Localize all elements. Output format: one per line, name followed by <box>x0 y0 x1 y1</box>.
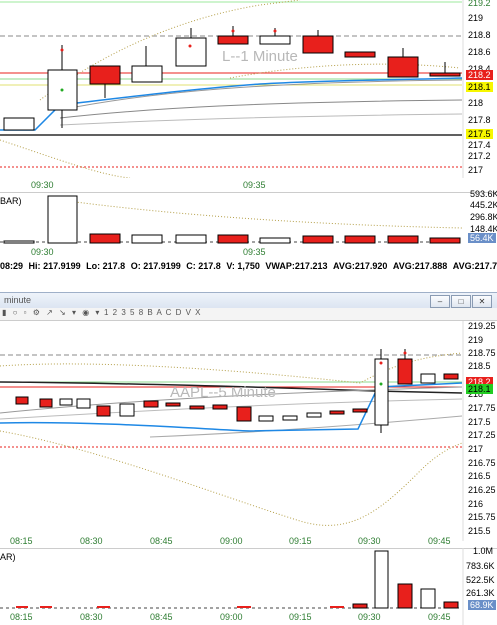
time-label: 09:00 <box>220 536 243 546</box>
time-label: 09:30 <box>358 612 381 622</box>
time-label: 09:45 <box>428 536 451 546</box>
status-vol-label: V: <box>226 261 235 271</box>
status-avg-label: AVG: <box>332 261 355 271</box>
price-label: 216.75 <box>468 458 496 468</box>
price-label: 219.2 <box>468 0 491 8</box>
price-label: 219.25 <box>468 321 496 331</box>
time-label: 08:15 <box>10 536 33 546</box>
price-label: 215.75 <box>468 512 496 522</box>
price-label: 217 <box>468 165 484 175</box>
restore-button[interactable]: □ <box>451 295 471 308</box>
volume-label: 593.6K <box>470 189 497 199</box>
price-label: 218.75 <box>468 348 496 358</box>
chart-toolbar[interactable]: ▮ ○ ▫ ⚙ ↗ ↘ ▾ ◉ ▾ 1 2 3 5 8 B A C D V X <box>0 308 497 321</box>
volume-label: 445.2K <box>470 200 497 210</box>
price-label: 219 <box>468 13 484 23</box>
time-label: 09:35 <box>243 247 266 257</box>
price-label: 215.5 <box>468 526 491 536</box>
time-label: 09:30 <box>31 247 54 257</box>
status-close: 217.8 <box>198 261 221 271</box>
volume-title: AR) <box>0 552 16 562</box>
candle-group <box>3 26 461 131</box>
status-lo: 217.8 <box>102 261 126 271</box>
quote-status-bar: 08:29 Hi: 217.9199 Lo: 217.8 O: 217.9199… <box>0 259 497 273</box>
volume-highlight: 56.4K <box>468 233 496 243</box>
bottom-volume-plot <box>0 548 497 625</box>
price-label: 217.5 <box>468 417 491 427</box>
price-highlight-green: 218.1 <box>466 384 493 394</box>
price-label: 216.25 <box>468 485 496 495</box>
price-label: 217.25 <box>468 430 496 440</box>
close-button[interactable]: ✕ <box>472 295 492 308</box>
minimize-button[interactable]: – <box>430 295 450 308</box>
time-label: 09:15 <box>289 536 312 546</box>
time-label: 09:30 <box>31 180 54 190</box>
volume-label: 261.3K <box>466 588 495 598</box>
chart-watermark: AAPL--5 Minute <box>170 384 276 401</box>
price-label: 218 <box>468 98 484 108</box>
toolbar-icons[interactable]: ▮ ○ ▫ ⚙ ↗ ↘ ▾ ◉ ▾ <box>2 308 101 317</box>
volume-label: 296.8K <box>470 212 497 222</box>
time-label: 09:15 <box>289 612 312 622</box>
status-vwap: 217.213 <box>294 261 328 271</box>
status-vol: 1,750 <box>237 261 260 271</box>
status-open: 217.9199 <box>143 261 181 271</box>
time-label: 08:15 <box>10 612 33 622</box>
toolbar-items[interactable]: 1 2 3 5 8 B A C D V X <box>104 308 202 317</box>
price-highlight-red: 218.2 <box>466 70 493 80</box>
price-label: 217.75 <box>468 403 496 413</box>
top-price-plot <box>0 0 464 178</box>
bottom-price-chart[interactable]: AAPL--5 Minute 219.25 219 218.75 218.5 2… <box>0 321 497 546</box>
status-lo-label: Lo: <box>86 261 101 271</box>
price-highlight-yellow: 218.1 <box>466 82 493 92</box>
time-label: 08:30 <box>80 612 103 622</box>
price-label: 219 <box>468 335 484 345</box>
time-label: 08:45 <box>150 612 173 622</box>
time-label: 09:35 <box>243 180 266 190</box>
volume-highlight: 68.9K <box>468 600 496 610</box>
status-hi: 217.9199 <box>43 261 81 271</box>
price-label: 218.6 <box>468 47 491 57</box>
status-avg-label: AVG: <box>452 261 475 271</box>
volume-title: BAR) <box>0 196 22 206</box>
status-vwap-label: VWAP: <box>265 261 295 271</box>
time-label: 09:45 <box>428 612 451 622</box>
window-title: minute <box>4 295 32 305</box>
status-time: 08:29 <box>0 261 24 271</box>
price-label: 217 <box>468 444 484 454</box>
price-label: 217.8 <box>468 115 491 125</box>
status-avg-label: AVG: <box>392 261 415 271</box>
bottom-volume-chart[interactable]: AR) 1.0M 783.6K 522.5K 261.3K 68.9K 08:1… <box>0 546 497 625</box>
time-label: 08:30 <box>80 536 103 546</box>
volume-label: 783.6K <box>466 561 495 571</box>
top-price-chart[interactable]: L--1 Minute 219.2 219 218.8 218.6 218.4 … <box>0 0 497 190</box>
status-close-label: C: <box>186 261 196 271</box>
status-hi-label: Hi: <box>28 261 41 271</box>
price-label: 217.2 <box>468 151 491 161</box>
volume-label: 1.0M <box>473 546 494 556</box>
status-open-label: O: <box>130 261 141 271</box>
chart-watermark: L--1 Minute <box>222 48 298 65</box>
volume-label: 522.5K <box>466 575 495 585</box>
time-label: 09:00 <box>220 612 243 622</box>
price-label: 216.5 <box>468 471 491 481</box>
price-label: 218.8 <box>468 30 491 40</box>
status-avg: 217.920 <box>354 261 388 271</box>
status-avg: 217.701 <box>474 261 497 271</box>
time-label: 08:45 <box>150 536 173 546</box>
price-label: 216 <box>468 499 484 509</box>
price-label: 218.5 <box>468 361 491 371</box>
price-label: 217.4 <box>468 140 491 150</box>
top-volume-chart[interactable]: BAR) 593.6K 445.2K 296.8K 148.4K 56.4K 0… <box>0 189 497 258</box>
bottom-price-plot <box>0 321 464 541</box>
status-avg: 217.888 <box>414 261 448 271</box>
price-highlight-yellow: 217.5 <box>466 129 493 139</box>
time-label: 09:30 <box>358 536 381 546</box>
